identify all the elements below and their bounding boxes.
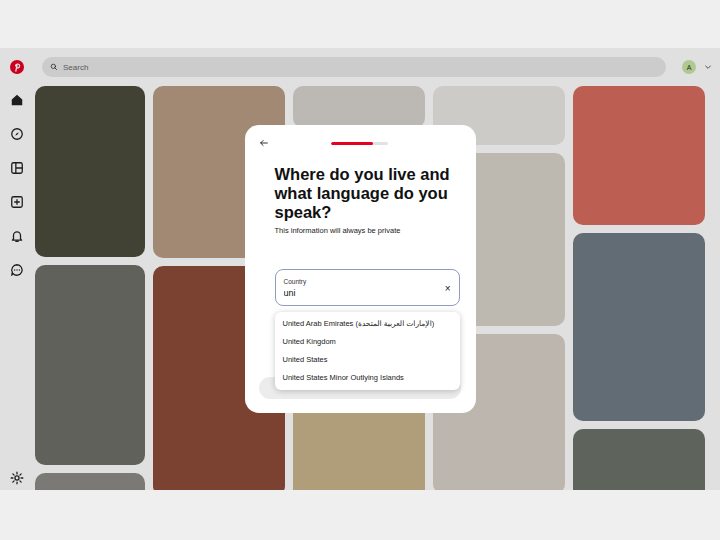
country-label: Country: [284, 278, 441, 285]
pinterest-app: AWhere do you live and what language do …: [0, 48, 720, 490]
suggestion-option[interactable]: United Arab Emirates (الإمارات العربية ا…: [275, 315, 460, 333]
suggestion-option[interactable]: United States: [275, 351, 460, 369]
bottom-margin: [0, 490, 720, 540]
modal-header: [259, 137, 460, 149]
clear-button[interactable]: ×: [445, 283, 451, 294]
modal-title: Where do you live and what language do y…: [275, 165, 460, 222]
progress-track: [331, 142, 388, 145]
progress-fill: [331, 142, 374, 145]
country-input[interactable]: [284, 288, 441, 298]
country-field[interactable]: Country ×: [275, 269, 460, 306]
onboarding-modal: Where do you live and what language do y…: [245, 125, 476, 413]
country-field-wrapper: Country×United Arab Emirates (الإمارات ا…: [275, 269, 460, 306]
country-field-content: Country: [284, 278, 441, 298]
modal-backdrop: Where do you live and what language do y…: [0, 48, 720, 490]
top-margin: [0, 0, 720, 48]
country-suggestions: United Arab Emirates (الإمارات العربية ا…: [275, 312, 460, 390]
modal-subtitle: This information will always be private: [275, 226, 460, 235]
suggestion-option[interactable]: United Kingdom: [275, 333, 460, 351]
back-arrow-icon[interactable]: [259, 138, 269, 148]
suggestion-option[interactable]: United States Minor Outlying Islands: [275, 369, 460, 387]
